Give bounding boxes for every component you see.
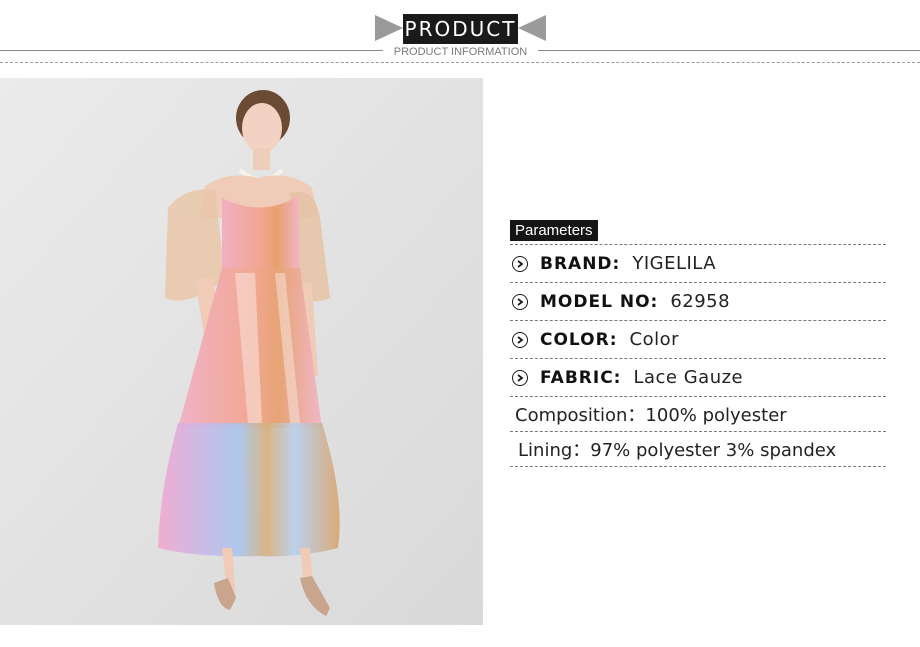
chevron-right-circle-icon xyxy=(512,331,528,348)
chevron-right-circle-icon xyxy=(512,255,528,272)
chevron-right-circle-icon xyxy=(512,369,528,386)
header-dashed-rule xyxy=(0,62,920,63)
param-value: YIGELILA xyxy=(632,253,717,274)
composition-text: Composition：100% polyester xyxy=(515,405,787,426)
param-value: Lace Gauze xyxy=(633,367,744,388)
param-value: Color xyxy=(629,329,679,350)
param-key: FABRIC: xyxy=(540,367,622,388)
parameters-heading-label: Parameters xyxy=(510,220,598,241)
parameters-table: Parameters BRAND: YIGELILA MODEL NO: 629… xyxy=(510,220,886,467)
param-key: MODEL NO: xyxy=(540,291,659,312)
section-subtitle: PRODUCT INFORMATION xyxy=(383,45,538,59)
param-row-brand: BRAND: YIGELILA xyxy=(510,245,886,282)
right-chevron-decoration xyxy=(518,15,546,41)
dashed-divider xyxy=(510,466,886,467)
parameters-heading: Parameters xyxy=(510,220,886,244)
lining-row: Lining：97% polyester 3% spandex xyxy=(510,432,886,466)
lining-text: Lining：97% polyester 3% spandex xyxy=(518,440,837,461)
param-value: 62958 xyxy=(670,291,731,312)
param-row-color: COLOR: Color xyxy=(510,321,886,358)
param-row-model: MODEL NO: 62958 xyxy=(510,283,886,320)
chevron-right-circle-icon xyxy=(512,293,528,310)
section-header: PRODUCT PRODUCT INFORMATION xyxy=(0,0,920,75)
composition-row: Composition：100% polyester xyxy=(510,397,886,431)
param-key: BRAND: xyxy=(540,253,621,274)
param-key: COLOR: xyxy=(540,329,618,350)
section-title: PRODUCT xyxy=(403,14,518,44)
left-chevron-decoration xyxy=(375,15,403,41)
param-row-fabric: FABRIC: Lace Gauze xyxy=(510,359,886,396)
product-photo xyxy=(0,78,483,625)
